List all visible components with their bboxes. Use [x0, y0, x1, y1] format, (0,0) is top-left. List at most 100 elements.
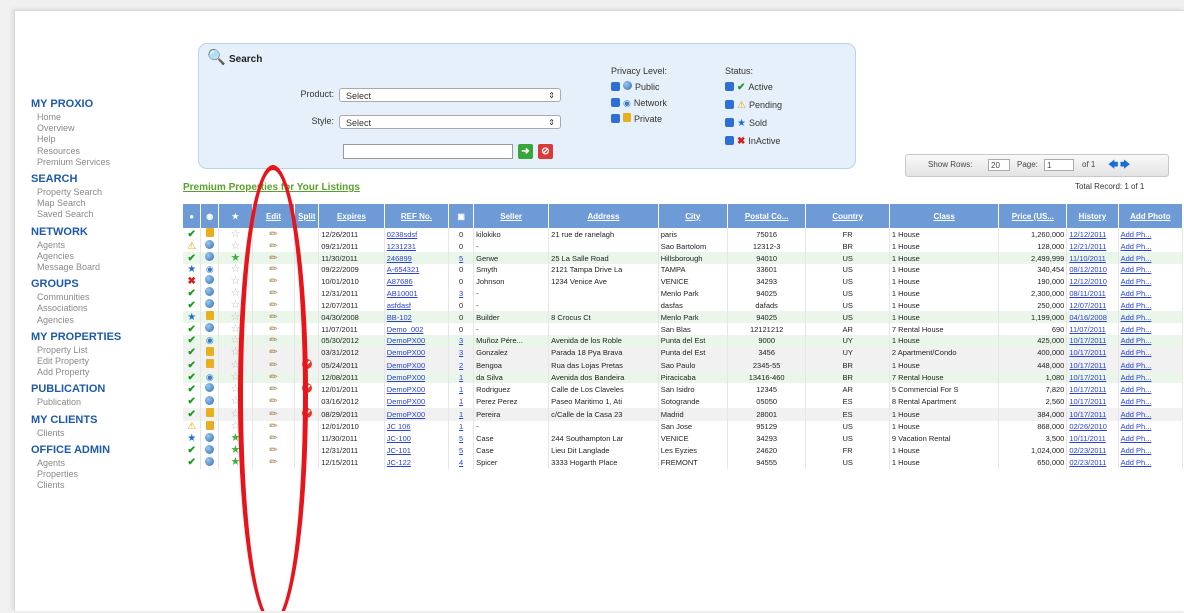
edit-pencil-icon[interactable]: ✏ — [269, 312, 277, 323]
checkbox[interactable] — [611, 98, 620, 108]
edit-pencil-icon[interactable]: ✏ — [269, 458, 277, 468]
nav-section-heading[interactable]: GROUPS — [31, 276, 196, 292]
photos-count[interactable]: 3 — [448, 335, 475, 347]
add-photo-link[interactable]: Add Ph... — [1118, 287, 1184, 300]
sidebar-item[interactable]: Help — [31, 134, 196, 145]
column-header[interactable]: Price (US... — [998, 204, 1068, 228]
edit-cell[interactable]: ✏ — [252, 371, 296, 383]
edit-cell[interactable]: ✏ — [252, 252, 296, 264]
table-row[interactable]: ✔ ◉ ☆ ✏ 12/08/2011 DemoPX00 1 da Silva Avenida d… — [183, 371, 1184, 383]
favorite-star-icon[interactable]: ☆ — [230, 408, 240, 419]
history-link[interactable]: 12/07/2011 — [1066, 299, 1119, 312]
add-photo-link[interactable]: Add Ph... — [1118, 335, 1184, 347]
history-link[interactable]: 02/23/2011 — [1066, 456, 1119, 469]
privacy-header-icon[interactable]: ◉ — [200, 204, 220, 228]
history-link[interactable]: 08/11/2011 — [1066, 287, 1119, 300]
go-button[interactable]: ➜ — [518, 144, 533, 159]
edit-pencil-icon[interactable]: ✏ — [269, 422, 277, 432]
edit-cell[interactable]: ✏ — [252, 299, 296, 312]
split-icon[interactable] — [301, 382, 312, 393]
history-link[interactable]: 02/26/2010 — [1066, 420, 1119, 433]
favorite-cell[interactable]: ★ — [218, 456, 253, 469]
sidebar-item[interactable]: Agents — [31, 240, 196, 251]
column-header[interactable]: City — [658, 204, 728, 228]
edit-pencil-icon[interactable]: ✏ — [269, 300, 277, 311]
add-photo-link[interactable]: Add Ph... — [1118, 395, 1184, 408]
sidebar-item[interactable]: Associations — [31, 303, 196, 314]
table-row[interactable]: ✔ ☆ ✏ 08/29/2011 DemoPX00 1 Pereira c/Calle de … — [183, 407, 1184, 421]
sidebar-item[interactable]: Properties — [31, 469, 196, 480]
search-text-input[interactable] — [343, 144, 513, 159]
add-photo-link[interactable]: Add Ph... — [1118, 240, 1184, 252]
ref-link[interactable]: 246899 — [384, 252, 450, 264]
history-link[interactable]: 10/17/2011 — [1066, 407, 1119, 421]
edit-cell[interactable]: ✏ — [252, 407, 296, 421]
edit-cell[interactable]: ✏ — [252, 432, 296, 445]
history-link[interactable]: 04/16/2008 — [1066, 311, 1119, 324]
favorite-star-icon[interactable]: ☆ — [230, 299, 240, 310]
add-photo-link[interactable]: Add Ph... — [1118, 299, 1184, 312]
edit-pencil-icon[interactable]: ✏ — [269, 324, 277, 335]
sidebar-item[interactable]: Property List — [31, 345, 196, 356]
photos-count[interactable]: 3 — [448, 346, 475, 359]
favorite-cell[interactable]: ★ — [218, 432, 253, 445]
table-row[interactable]: ✔ ☆ ✏ 12/01/2011 DemoPX00 1 Rodriguez Calle de … — [183, 382, 1184, 396]
table-row[interactable]: ✖ ☆ ✏ 10/01/2010 A87686 0 Johnson 1234 Venice A… — [183, 275, 1184, 288]
favorite-star-icon[interactable]: ☆ — [230, 421, 240, 432]
add-photo-link[interactable]: Add Ph... — [1118, 432, 1184, 445]
sidebar-item[interactable]: Add Property — [31, 367, 196, 378]
edit-cell[interactable]: ✏ — [252, 311, 296, 324]
add-photo-link[interactable]: Add Ph... — [1118, 382, 1184, 396]
history-link[interactable]: 11/07/2011 — [1066, 323, 1119, 336]
privacy-option[interactable]: ◉ Network — [611, 97, 667, 110]
privacy-option[interactable]: Public — [611, 81, 660, 94]
ref-link[interactable]: BB-102 — [384, 311, 450, 324]
product-select[interactable]: Select ⇕ — [339, 88, 561, 102]
sidebar-item[interactable]: Message Board — [31, 262, 196, 273]
ref-link[interactable]: 1231231 — [384, 240, 450, 252]
photos-count[interactable]: 5 — [448, 432, 475, 445]
history-link[interactable]: 10/17/2011 — [1066, 358, 1119, 372]
history-link[interactable]: 10/11/2011 — [1066, 432, 1119, 445]
ref-link[interactable]: JC-100 — [384, 432, 450, 445]
ref-link[interactable]: DemoPX00 — [384, 407, 450, 421]
favorite-star-icon[interactable]: ★ — [230, 445, 240, 456]
history-link[interactable]: 10/17/2011 — [1066, 346, 1119, 359]
sidebar-item[interactable]: Agencies — [31, 251, 196, 262]
sidebar-item[interactable]: Clients — [31, 480, 196, 491]
privacy-option[interactable]: Private — [611, 113, 662, 126]
add-photo-link[interactable]: Add Ph... — [1118, 407, 1184, 421]
favorite-cell[interactable]: ☆ — [218, 287, 253, 300]
favorite-cell[interactable]: ★ — [218, 252, 253, 264]
table-row[interactable]: ★ ★ ✏ 11/30/2011 JC-100 5 Case 244 Southampton … — [183, 432, 1184, 445]
add-photo-link[interactable]: Add Ph... — [1118, 346, 1184, 359]
edit-pencil-icon[interactable]: ✏ — [269, 288, 277, 299]
photos-count[interactable]: 1 — [448, 382, 475, 396]
edit-pencil-icon[interactable]: ✏ — [269, 446, 277, 456]
table-row[interactable]: ✔ ☆ ✏ 03/16/2012 DemoPX00 1 Perez Perez Paseo M… — [183, 395, 1184, 408]
favorite-star-icon[interactable]: ☆ — [230, 396, 240, 407]
photos-header-icon[interactable]: ▣ — [448, 204, 475, 228]
favorite-cell[interactable]: ☆ — [218, 407, 253, 421]
edit-pencil-icon[interactable]: ✏ — [269, 348, 277, 358]
history-link[interactable]: 10/17/2011 — [1066, 371, 1119, 383]
next-page-icon[interactable]: 🡆 — [1120, 158, 1130, 175]
favorite-cell[interactable]: ☆ — [218, 240, 253, 252]
favorite-star-icon[interactable]: ☆ — [230, 311, 240, 322]
edit-pencil-icon[interactable]: ✏ — [269, 384, 277, 395]
sidebar-item[interactable]: Overview — [31, 123, 196, 134]
checkbox[interactable] — [725, 82, 734, 92]
edit-pencil-icon[interactable]: ✏ — [269, 434, 277, 444]
favorite-star-icon[interactable]: ☆ — [230, 359, 240, 370]
add-photo-link[interactable]: Add Ph... — [1118, 371, 1184, 383]
photos-count[interactable]: 1 — [448, 371, 475, 383]
favorite-star-icon[interactable]: ☆ — [230, 275, 240, 286]
favorite-cell[interactable]: ☆ — [218, 358, 253, 372]
split-icon[interactable] — [301, 358, 312, 369]
column-header[interactable]: Country — [805, 204, 890, 228]
edit-cell[interactable]: ✏ — [252, 275, 296, 288]
favorite-star-icon[interactable]: ★ — [230, 433, 240, 444]
checkbox[interactable] — [725, 100, 734, 110]
ref-link[interactable]: DemoPX00 — [384, 335, 450, 347]
column-header[interactable]: Class — [889, 204, 1000, 228]
